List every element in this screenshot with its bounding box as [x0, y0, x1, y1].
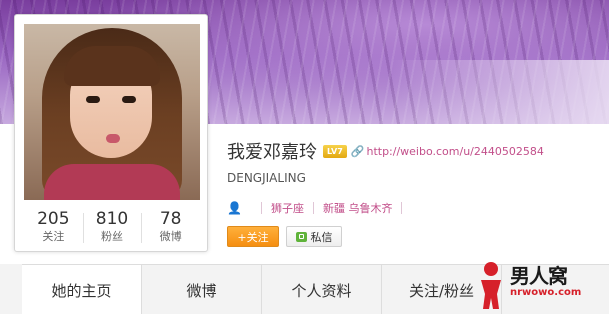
person-icon: 👤 [227, 201, 242, 215]
avatar-eye [86, 96, 100, 103]
profile-url-link[interactable]: http://weibo.com/u/2440502584 [366, 145, 543, 158]
divider [401, 202, 403, 214]
stat-followers[interactable]: 810 粉丝 [82, 209, 142, 247]
watermark-en: nrwowo.com [510, 287, 582, 298]
stats-row: 205 关注 810 粉丝 78 微博 [24, 209, 200, 247]
tab-profile[interactable]: 个人资料 [262, 265, 382, 314]
profile-meta-row: 👤 狮子座 新疆 乌鲁木齐 [227, 199, 411, 217]
avatar[interactable] [24, 24, 200, 200]
avatar-lips [106, 134, 120, 143]
avatar-card: 205 关注 810 粉丝 78 微博 [14, 14, 208, 252]
stat-posts-label: 微博 [159, 230, 182, 243]
message-button-label: 私信 [310, 230, 333, 244]
message-button[interactable]: 私信 [286, 226, 342, 247]
zodiac-link[interactable]: 狮子座 [271, 200, 304, 216]
profile-name: 我爱邓嘉玲 [227, 142, 317, 163]
location-link[interactable]: 新疆 乌鲁木齐 [323, 200, 393, 216]
message-icon [295, 231, 307, 242]
profile-pinyin-name: DENGJIALING [227, 171, 306, 185]
stat-posts[interactable]: 78 微博 [141, 209, 200, 247]
stat-followers-label: 粉丝 [101, 230, 123, 243]
level-badge[interactable]: LV7 [323, 144, 347, 158]
follow-button[interactable]: +关注 [227, 226, 279, 247]
name-row: 我爱邓嘉玲 LV7 🔗 http://weibo.com/u/244050258… [227, 139, 544, 163]
stat-following-count: 205 [37, 209, 70, 229]
site-watermark: 男人窝 nrwowo.com [474, 254, 609, 314]
stat-following[interactable]: 205 关注 [24, 209, 83, 247]
tab-home[interactable]: 她的主页 [22, 265, 142, 314]
stat-following-label: 关注 [42, 230, 65, 243]
divider [260, 202, 262, 214]
tab-weibo[interactable]: 微博 [142, 265, 262, 314]
stat-followers-count: 810 [95, 209, 129, 229]
watermark-man-icon [481, 262, 501, 309]
banner-fade [389, 60, 609, 124]
action-buttons: +关注 私信 [227, 226, 342, 247]
link-icon: 🔗 [350, 144, 365, 158]
avatar-fringe [64, 46, 160, 86]
avatar-shirt [44, 164, 180, 200]
stat-posts-count: 78 [159, 209, 182, 229]
avatar-eye [122, 96, 136, 103]
watermark-cn: 男人窝 [510, 264, 568, 288]
divider [312, 202, 314, 214]
